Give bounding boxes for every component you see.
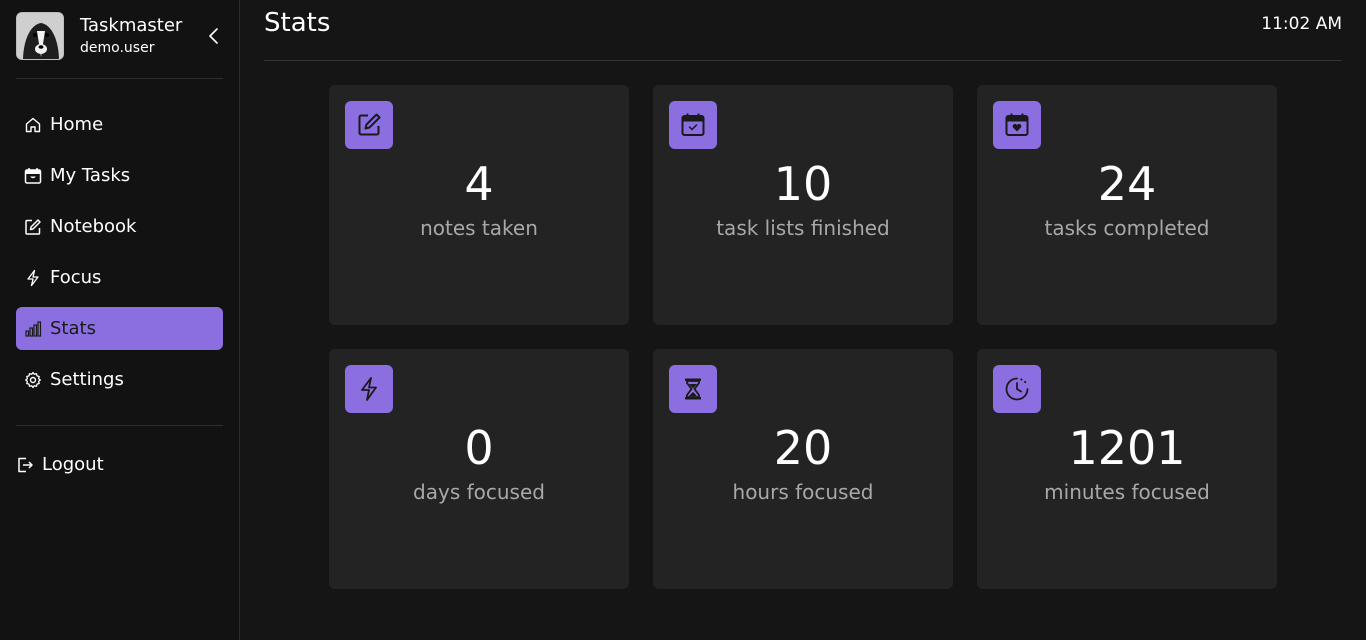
lightning-icon xyxy=(345,365,393,413)
sidebar-item-settings[interactable]: Settings xyxy=(16,358,223,401)
stat-label: tasks completed xyxy=(1044,216,1210,240)
header-divider xyxy=(264,60,1342,61)
sidebar-item-stats[interactable]: Stats xyxy=(16,307,223,350)
avatar[interactable] xyxy=(16,12,64,60)
sidebar-item-label: Focus xyxy=(50,267,102,288)
stat-card-tasks: 24 tasks completed xyxy=(977,85,1277,325)
logout-button[interactable]: Logout xyxy=(16,443,104,486)
chevron-left-icon xyxy=(209,28,218,44)
stat-card-hours-focused: 20 hours focused xyxy=(653,349,953,589)
page-title: Stats xyxy=(264,8,331,38)
sidebar-item-label: Home xyxy=(50,114,104,135)
stat-label: minutes focused xyxy=(1044,480,1210,504)
sidebar-item-label: Notebook xyxy=(50,216,137,237)
home-icon xyxy=(23,115,43,135)
stat-label: days focused xyxy=(413,480,545,504)
stat-value: 1201 xyxy=(1068,421,1186,475)
sidebar-item-label: Settings xyxy=(50,369,124,390)
sidebar-item-label: My Tasks xyxy=(50,165,131,186)
calendar-icon xyxy=(23,166,43,186)
bar-chart-icon xyxy=(23,319,43,339)
stats-grid: 4 notes taken 10 task lists finished 24 … xyxy=(329,85,1277,589)
clock: 11:02 AM xyxy=(1261,14,1342,34)
hourglass-icon xyxy=(669,365,717,413)
edit-icon xyxy=(345,101,393,149)
stat-value: 24 xyxy=(1097,157,1157,211)
profile: Taskmaster demo.user xyxy=(16,12,223,60)
app-name: Taskmaster xyxy=(80,15,183,36)
stat-label: hours focused xyxy=(732,480,874,504)
main-content: Stats 11:02 AM 4 notes taken 10 task lis… xyxy=(240,0,1366,640)
stat-value: 0 xyxy=(464,421,494,475)
calendar-heart-icon xyxy=(993,101,1041,149)
stat-card-notes: 4 notes taken xyxy=(329,85,629,325)
edit-icon xyxy=(23,217,43,237)
sidebar-item-home[interactable]: Home xyxy=(16,103,223,146)
stat-value: 4 xyxy=(464,157,494,211)
stat-card-days-focused: 0 days focused xyxy=(329,349,629,589)
sidebar-nav: Home My Tasks Notebook Focus Stats Setti… xyxy=(16,103,223,409)
sidebar-item-focus[interactable]: Focus xyxy=(16,256,223,299)
sidebar-item-my-tasks[interactable]: My Tasks xyxy=(16,154,223,197)
username: demo.user xyxy=(80,40,155,56)
sidebar-item-notebook[interactable]: Notebook xyxy=(16,205,223,248)
divider xyxy=(16,425,223,426)
collapse-sidebar-button[interactable] xyxy=(205,26,223,46)
gear-icon xyxy=(23,370,43,390)
stat-value: 10 xyxy=(773,157,833,211)
sidebar: Taskmaster demo.user Home My Tasks Noteb xyxy=(0,0,240,640)
sidebar-item-label: Stats xyxy=(50,318,96,339)
clock-icon xyxy=(993,365,1041,413)
logout-icon xyxy=(16,455,36,475)
logout-label: Logout xyxy=(42,454,104,475)
stat-label: notes taken xyxy=(420,216,538,240)
calendar-check-icon xyxy=(669,101,717,149)
divider xyxy=(16,78,223,79)
stat-card-minutes-focused: 1201 minutes focused xyxy=(977,349,1277,589)
stat-card-task-lists: 10 task lists finished xyxy=(653,85,953,325)
stat-label: task lists finished xyxy=(716,216,890,240)
lightning-icon xyxy=(23,268,43,288)
stat-value: 20 xyxy=(773,421,833,475)
